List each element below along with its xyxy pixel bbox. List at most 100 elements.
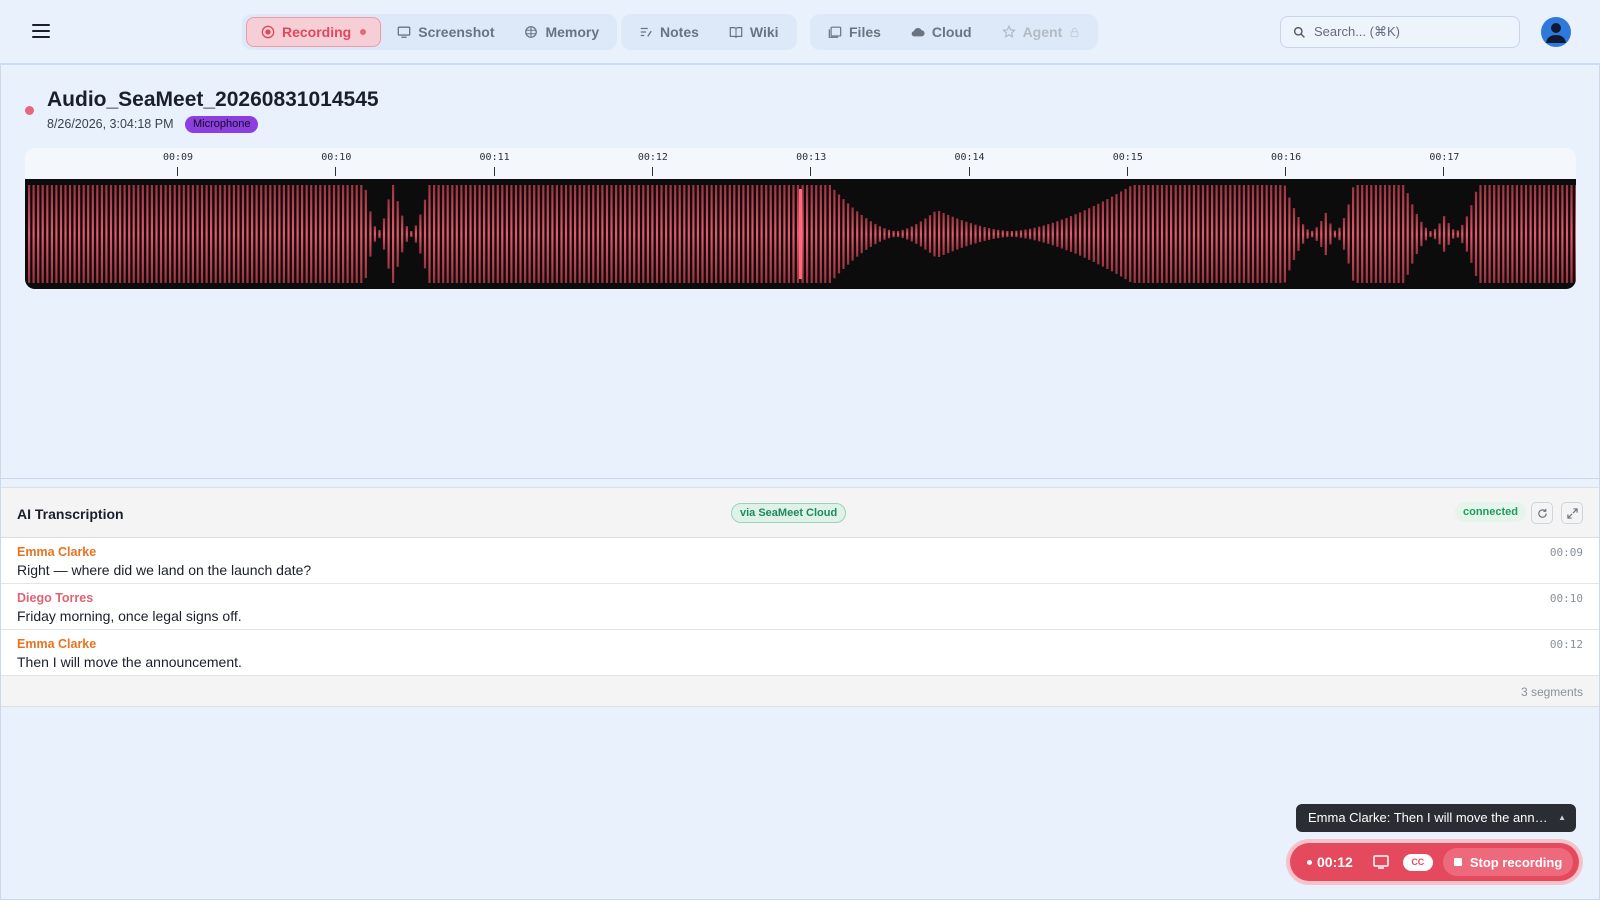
waveform-bar [187, 185, 190, 283]
timeline-tick: 00:13 [791, 148, 831, 176]
caret-up-icon[interactable]: ▲ [1558, 804, 1566, 832]
waveform-bar [1502, 185, 1505, 283]
waveform-bar [1165, 185, 1168, 283]
recording-title: Audio_SeaMeet_20260831014545 [47, 88, 379, 111]
live-caption-popup[interactable]: Emma Clarke: Then I will move the announ… [1296, 804, 1576, 832]
tab-wiki[interactable]: Wiki [715, 17, 793, 47]
waveform-bar [642, 185, 645, 283]
waveform-bar [423, 199, 427, 269]
waveform-bar [41, 185, 44, 283]
screenshot-button-icon[interactable] [1373, 855, 1389, 869]
waveform-bar [355, 185, 358, 283]
refresh-button[interactable] [1531, 502, 1553, 524]
waveform-bar [278, 185, 281, 283]
transcript-segment[interactable]: Emma Clarke Then I will move the announce… [1, 630, 1599, 676]
timeline-tick: 00:10 [316, 148, 356, 176]
transcript-segment[interactable]: Diego Torres Friday morning, once legal s… [1, 584, 1599, 630]
search-input[interactable]: Search... (⌘K) [1280, 16, 1520, 48]
waveform-bar [856, 211, 859, 257]
waveform-bar [1069, 216, 1073, 252]
tick-label: 00:16 [1271, 152, 1302, 163]
stop-recording-button[interactable]: Stop recording [1442, 848, 1574, 876]
waveform-bar [173, 185, 176, 283]
tick-mark [968, 167, 970, 176]
segment-timestamp: 00:12 [1549, 638, 1583, 651]
waveform-bar [892, 230, 895, 238]
agent-icon [1001, 25, 1016, 38]
tab-recording[interactable]: Recording [246, 17, 382, 47]
waveform-bar [810, 185, 813, 283]
tick-mark [493, 167, 495, 176]
segment-text: Right — where did we land on the launch … [17, 562, 312, 578]
hamburger-menu-icon[interactable] [30, 21, 54, 43]
app-frame [0, 0, 1600, 900]
nav-group-knowledge: Notes Wiki [621, 14, 797, 50]
waveform-bar [1406, 193, 1409, 275]
waveform-bar [109, 185, 113, 283]
waveform-bar [132, 185, 135, 283]
tab-files[interactable]: Files [814, 17, 895, 47]
waveform-display[interactable] [25, 179, 1576, 289]
waveform-bar [883, 228, 886, 240]
playhead-marker [799, 189, 802, 279]
speaker-name: Emma Clarke [17, 637, 97, 651]
waveform-bar [342, 185, 345, 283]
waveform-bar [87, 185, 90, 283]
waveform-bar [574, 185, 577, 283]
waveform-bar [646, 185, 649, 283]
waveform-bar [1056, 221, 1059, 247]
waveform-bar [50, 185, 53, 283]
waveform-bar [1338, 227, 1341, 241]
waveform-bar [323, 185, 326, 283]
waveform-bar [615, 185, 618, 283]
waveform-bar [906, 228, 909, 240]
stop-recording-label: Stop recording [1469, 854, 1563, 870]
brain-icon [525, 26, 538, 38]
waveform-bar [473, 185, 477, 283]
timeline-tick: 00:15 [1108, 148, 1148, 176]
recording-datetime: 8/26/2026, 3:04:18 PM [47, 117, 174, 131]
tab-agent[interactable]: Agent [988, 17, 1095, 47]
waveform-bar [528, 185, 531, 283]
tick-label: 00:15 [1112, 152, 1143, 163]
waveform-timeline[interactable]: 00:09 00:10 00:11 00:12 00:13 00:14 00:15 00:16… [25, 148, 1576, 179]
waveform-bar [778, 185, 781, 283]
search-icon [1293, 26, 1305, 38]
captions-toggle[interactable]: CC [1402, 853, 1433, 871]
waveform-bar [387, 199, 390, 269]
waveform-bar [651, 185, 654, 283]
tab-cloud[interactable]: Cloud [897, 17, 986, 47]
tab-memory[interactable]: Memory [510, 17, 613, 47]
waveform-bar [205, 185, 208, 283]
waveform-bar [792, 185, 795, 283]
waveform-bar [1033, 227, 1036, 241]
tab-notes[interactable]: Notes [625, 17, 713, 47]
waveform-bar [1133, 185, 1136, 283]
waveform-bar [1151, 185, 1154, 283]
waveform-bar [1302, 224, 1305, 244]
waveform-bar [141, 185, 144, 283]
waveform-bar [1142, 185, 1145, 283]
waveform-bar [933, 211, 936, 257]
waveform-bar [1511, 185, 1514, 283]
tick-label: 00:11 [479, 152, 510, 163]
waveform-bar [960, 220, 963, 248]
waveform-bar [1411, 204, 1414, 264]
waveform-bar [1497, 185, 1500, 283]
connection-status-badge: connected [1455, 502, 1527, 522]
transcript-segment[interactable]: Emma Clarke Right — where did we land on … [1, 538, 1599, 584]
tick-mark [1285, 167, 1287, 176]
waveform-bar [901, 229, 904, 239]
user-avatar-icon[interactable] [1541, 17, 1571, 47]
waveform-bar [787, 185, 790, 283]
expand-button[interactable] [1561, 502, 1583, 524]
waveform-bar [1447, 223, 1450, 245]
tab-screenshot[interactable]: Screenshot [383, 17, 508, 47]
segment-text: Then I will move the announcement. [17, 654, 242, 670]
waveform-bar [378, 229, 381, 239]
waveform-bar [605, 185, 609, 283]
waveform-bar [1529, 185, 1532, 283]
waveform-bar [210, 185, 213, 283]
waveform-bar [332, 185, 336, 283]
waveform-bar [974, 224, 977, 244]
